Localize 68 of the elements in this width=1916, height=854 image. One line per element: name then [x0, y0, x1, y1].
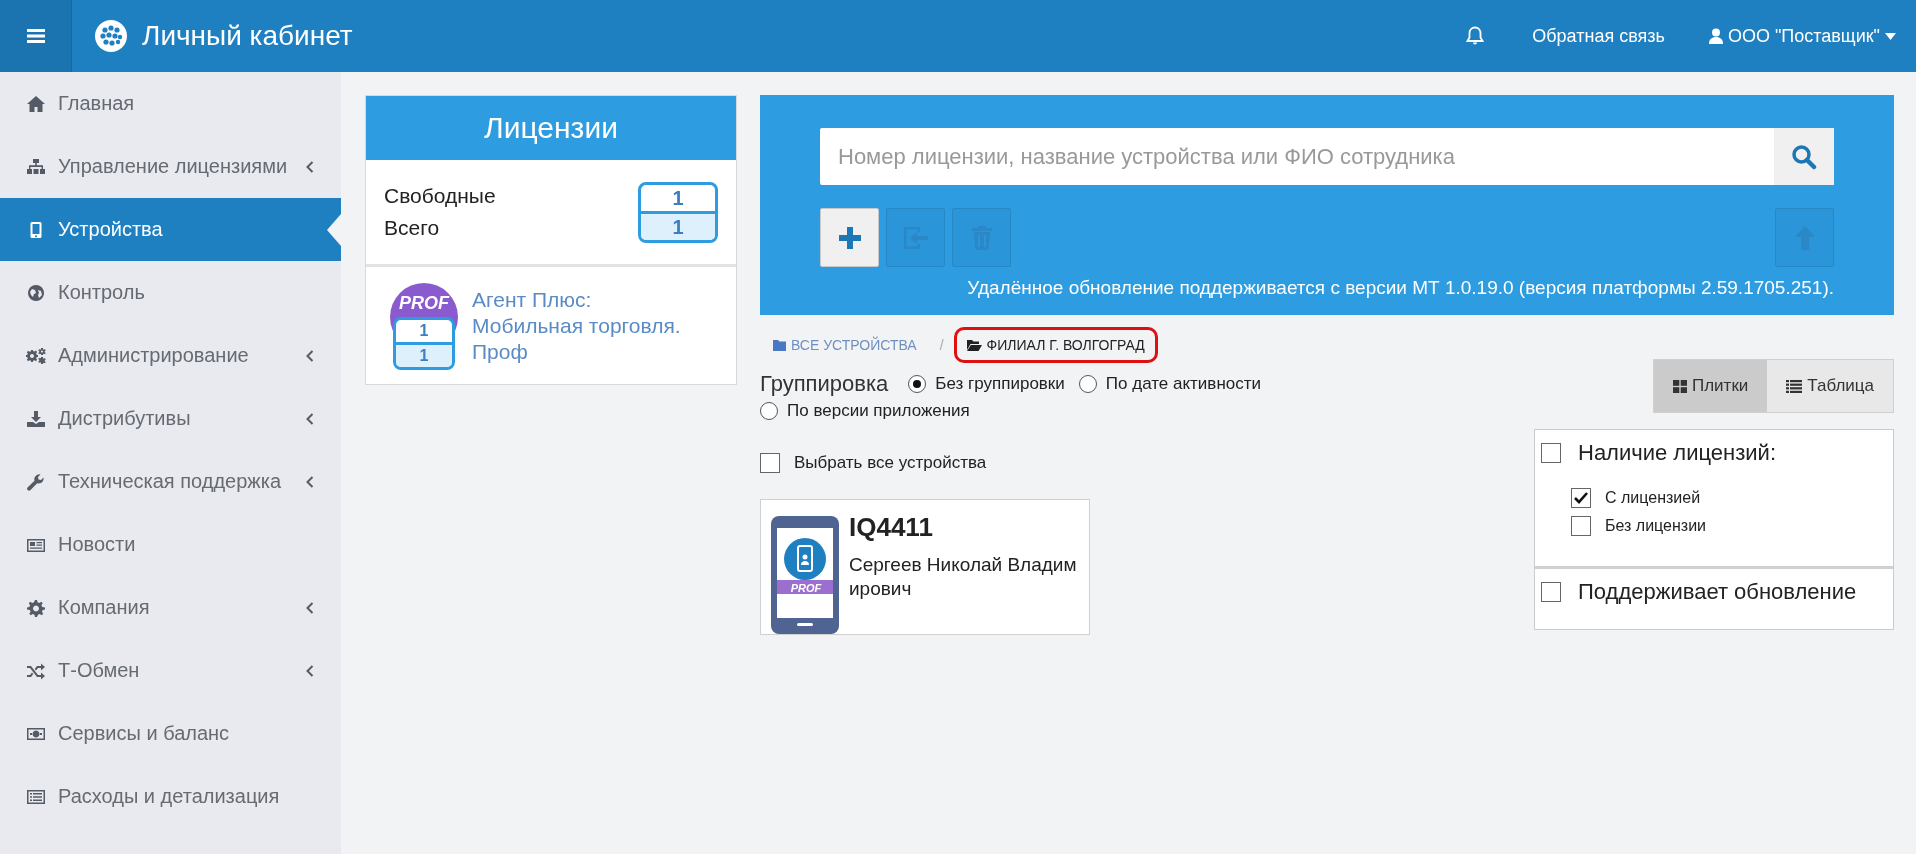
download-icon: [26, 409, 46, 428]
sidebar-item[interactable]: Устройства: [0, 198, 341, 261]
license-count-label: Свободные: [384, 183, 496, 209]
license-count-label: Всего: [384, 215, 441, 241]
device-id: IQ4411: [849, 512, 934, 543]
sidebar-item[interactable]: Новости: [0, 513, 341, 576]
radio-label: Без группировки: [935, 374, 1065, 394]
list-icon: [1786, 379, 1803, 393]
menu-button[interactable]: [0, 0, 72, 72]
bell-icon: [1466, 26, 1485, 46]
sidebar-item[interactable]: Управление лицензиями: [0, 135, 341, 198]
breadcrumb-item[interactable]: ВСЕ УСТРОЙСТВА: [760, 327, 930, 363]
select-all-checkbox[interactable]: Выбрать все устройства: [760, 453, 1340, 473]
license-counter: 1 1: [638, 181, 718, 243]
product-link[interactable]: Агент Плюс: Мобильная торговля. Проф: [472, 283, 692, 365]
app-title: Личный кабинет: [142, 20, 353, 52]
licenses-title: Лицензии: [366, 96, 736, 160]
gears-icon: [26, 346, 46, 365]
globe-icon: [26, 283, 46, 302]
folder-icon: [966, 339, 982, 351]
home-icon: [26, 94, 46, 113]
sidebar-item[interactable]: Сервисы и баланс: [0, 702, 341, 765]
radio-label: По дате активности: [1105, 374, 1261, 394]
prof-label: PROF: [789, 581, 823, 595]
sidebar-item[interactable]: Дистрибутивы: [0, 387, 341, 450]
add-button[interactable]: [820, 208, 879, 267]
sidebar-item[interactable]: Главная: [0, 72, 341, 135]
filter-option-checkbox[interactable]: Без лицензии: [1571, 516, 1893, 536]
sidebar-item[interactable]: Администрирование: [0, 324, 341, 387]
device-owner: Сергеев Николай Владимирович: [849, 553, 1078, 601]
update-note: Удалённое обновление поддерживается с версии МТ 1.0.19.0 (версия платформы 2.59.1705.251).: [967, 277, 1834, 299]
search-button[interactable]: [1774, 128, 1834, 185]
sidebar-item[interactable]: Техническая поддержка: [0, 450, 341, 513]
logo-icon: [94, 19, 128, 53]
gear-icon: [26, 598, 46, 617]
plus-icon: [836, 224, 863, 251]
device-card[interactable]: PROF IQ4411 Сергеев Николай Владимирович: [760, 499, 1090, 635]
sidebar-item[interactable]: Расходы и детализация: [0, 765, 341, 828]
grid-icon: [1673, 379, 1687, 393]
radio-button[interactable]: [1078, 375, 1097, 393]
radio-button[interactable]: [760, 402, 778, 420]
filter-checkbox[interactable]: Наличие лицензий:: [1535, 430, 1893, 478]
wrench-icon: [26, 472, 46, 491]
sidebar-item[interactable]: Компания: [0, 576, 341, 639]
sidebar-item[interactable]: Контроль: [0, 261, 341, 324]
list-icon: [26, 787, 46, 806]
grouping-label: Группировка: [760, 371, 889, 397]
folder-icon: [773, 339, 786, 351]
breadcrumb-separator: /: [939, 337, 944, 353]
breadcrumb-item[interactable]: ФИЛИАЛ Г. ВОЛГОГРАД: [953, 327, 1158, 363]
menu-icon: [26, 29, 45, 43]
view-tiles-button[interactable]: Плитки: [1654, 360, 1768, 412]
feedback-link[interactable]: Обратная связь: [1532, 25, 1665, 47]
sitemap-icon: [26, 157, 46, 176]
sidebar-item[interactable]: Т-Обмен: [0, 639, 341, 702]
search-field[interactable]: Номер лицензии, название устройства или ФИО сотрудника: [820, 128, 1774, 185]
search-icon: [1791, 143, 1817, 170]
filter-checkbox[interactable]: Поддерживает обновление: [1535, 569, 1893, 629]
checkmark-icon: [1574, 492, 1588, 504]
caret-icon: [1885, 32, 1896, 40]
radio-button[interactable]: [908, 375, 927, 393]
user-menu[interactable]: ООО "Поставщик": [1708, 25, 1896, 47]
radio-label: По версии приложения: [787, 401, 970, 421]
user-icon: [1708, 28, 1723, 44]
view-table-button[interactable]: Таблица: [1767, 360, 1893, 412]
shuffle-icon: [26, 661, 46, 680]
notifications-button[interactable]: [1466, 26, 1485, 46]
filter-option-checkbox[interactable]: С лицензией: [1571, 488, 1893, 508]
